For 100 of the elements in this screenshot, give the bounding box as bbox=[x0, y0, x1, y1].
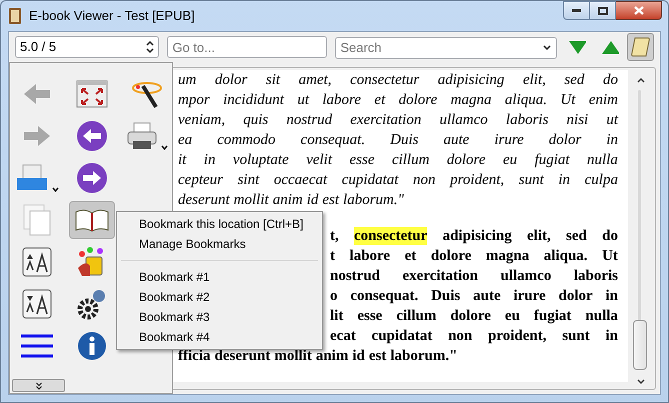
text-word: Ut bbox=[560, 91, 576, 109]
window-title: E-book Viewer - Test [EPUB] bbox=[29, 7, 195, 26]
text-word: elit, bbox=[522, 71, 546, 89]
page-position: 5.0 / 5 bbox=[20, 38, 56, 56]
menu-item[interactable]: Bookmark #4 bbox=[117, 327, 322, 347]
text-word: laborum." bbox=[343, 191, 404, 209]
text-word: elit, bbox=[527, 227, 551, 245]
text-word: o bbox=[330, 287, 338, 305]
text-word: do bbox=[602, 227, 618, 245]
text-word: est bbox=[322, 191, 340, 209]
text-word: in bbox=[558, 171, 570, 189]
text-word: non bbox=[413, 171, 436, 189]
text-word: est bbox=[368, 347, 386, 365]
text-word: aliqua. bbox=[544, 247, 588, 265]
text-word: nostrud bbox=[330, 267, 380, 285]
text-word: id bbox=[306, 191, 318, 209]
goto-field[interactable]: Go to... bbox=[167, 36, 328, 58]
text-word: aute bbox=[443, 131, 470, 149]
text-word: do bbox=[602, 71, 618, 89]
text-word: ut bbox=[606, 111, 618, 129]
text-word: proident, bbox=[488, 327, 546, 345]
text-word: fugiat bbox=[534, 307, 572, 325]
text-word: sunt bbox=[562, 327, 590, 345]
text-word: in bbox=[606, 131, 618, 149]
text-word: in bbox=[605, 287, 618, 305]
text-word: sed bbox=[564, 71, 584, 89]
text-word: cillum bbox=[392, 151, 430, 169]
text-word: amet, bbox=[298, 71, 332, 89]
highlighted-word: consectetur bbox=[354, 227, 428, 245]
text-word: fugiat bbox=[534, 151, 570, 169]
text-word: dolor bbox=[548, 131, 582, 149]
text-word: esse bbox=[349, 151, 374, 169]
text-word: lit bbox=[330, 307, 344, 325]
text-word: laborum." bbox=[390, 347, 458, 365]
menu-item[interactable]: Bookmark #2 bbox=[117, 287, 322, 307]
search-field[interactable]: Search bbox=[335, 36, 558, 58]
text-word: nulla bbox=[587, 151, 618, 169]
text-word: anim bbox=[272, 191, 303, 209]
page-spinbox[interactable]: 5.0 / 5 bbox=[15, 36, 160, 58]
text-word: et bbox=[374, 91, 386, 109]
text-word: culpa bbox=[584, 171, 618, 189]
text-word: aute bbox=[473, 287, 501, 305]
text-word: laboris bbox=[574, 267, 618, 285]
text-word: voluptate bbox=[232, 151, 289, 169]
text-word: consectetur bbox=[350, 71, 420, 89]
text-word: occaecat bbox=[274, 171, 328, 189]
text-word: in bbox=[204, 151, 216, 169]
text-word: enim bbox=[588, 91, 618, 109]
text-word: it bbox=[178, 151, 186, 169]
text-word: magna bbox=[450, 91, 492, 109]
text-word: consequat. bbox=[350, 287, 418, 305]
text-word: adipisicing bbox=[442, 227, 512, 245]
text-word: ut bbox=[297, 91, 309, 109]
text-word: nulla bbox=[585, 307, 618, 325]
menu-item[interactable]: Bookmark #1 bbox=[117, 267, 322, 287]
text-word: Ut bbox=[602, 247, 618, 265]
text-word: irure bbox=[513, 287, 546, 305]
text-word: in bbox=[605, 327, 618, 345]
text-word: exercitation bbox=[402, 267, 478, 285]
text-word: cupidatat bbox=[372, 327, 432, 345]
text-word: exercitation bbox=[350, 111, 422, 129]
text-word: t bbox=[330, 247, 335, 265]
text-word: magna bbox=[486, 247, 530, 265]
text-word: deserunt bbox=[214, 347, 270, 365]
text-word: non bbox=[448, 327, 472, 345]
text-word: labore bbox=[350, 247, 390, 265]
menu-item[interactable]: Bookmark #3 bbox=[117, 307, 322, 327]
text-word: eu bbox=[502, 151, 518, 169]
text-word: dolore bbox=[450, 307, 491, 325]
text-word: adipisicing bbox=[438, 71, 504, 89]
text-word: Duis bbox=[431, 287, 460, 305]
text-word: laboris bbox=[506, 111, 548, 129]
text-word: proident, bbox=[450, 171, 504, 189]
text-word: um bbox=[178, 71, 196, 89]
text-word: ullamco bbox=[439, 111, 488, 129]
text-word: Duis bbox=[390, 131, 418, 149]
text-word: fficia bbox=[178, 347, 210, 365]
text-word: veniam, bbox=[178, 111, 226, 129]
text-word: cepteur bbox=[178, 171, 223, 189]
text-word: cillum bbox=[396, 307, 436, 325]
text-word: consequat. bbox=[300, 131, 366, 149]
text-word: irure bbox=[494, 131, 524, 149]
text-word: esse bbox=[357, 307, 382, 325]
text-word: commodo bbox=[217, 131, 276, 149]
text-word: sit bbox=[266, 71, 280, 89]
text-word: ecat bbox=[330, 327, 356, 345]
text-word: mollit bbox=[234, 191, 269, 209]
text-word: deserunt bbox=[178, 191, 230, 209]
text-word: et bbox=[404, 247, 416, 265]
text-word: id bbox=[352, 347, 365, 365]
text-word: nostrud bbox=[286, 111, 332, 129]
text-word: dolor bbox=[558, 287, 593, 305]
text-word: incididunt bbox=[223, 91, 284, 109]
text-word: aliqua. bbox=[504, 91, 547, 109]
menu-item[interactable]: Bookmark this location [Ctrl+B] bbox=[117, 214, 322, 234]
text-word: cupidatat bbox=[342, 171, 398, 189]
text-word: mollit bbox=[274, 347, 312, 365]
menu-item[interactable]: Manage Bookmarks bbox=[117, 234, 322, 254]
text-word: sunt bbox=[518, 171, 544, 189]
text-word: dolor bbox=[214, 71, 248, 89]
